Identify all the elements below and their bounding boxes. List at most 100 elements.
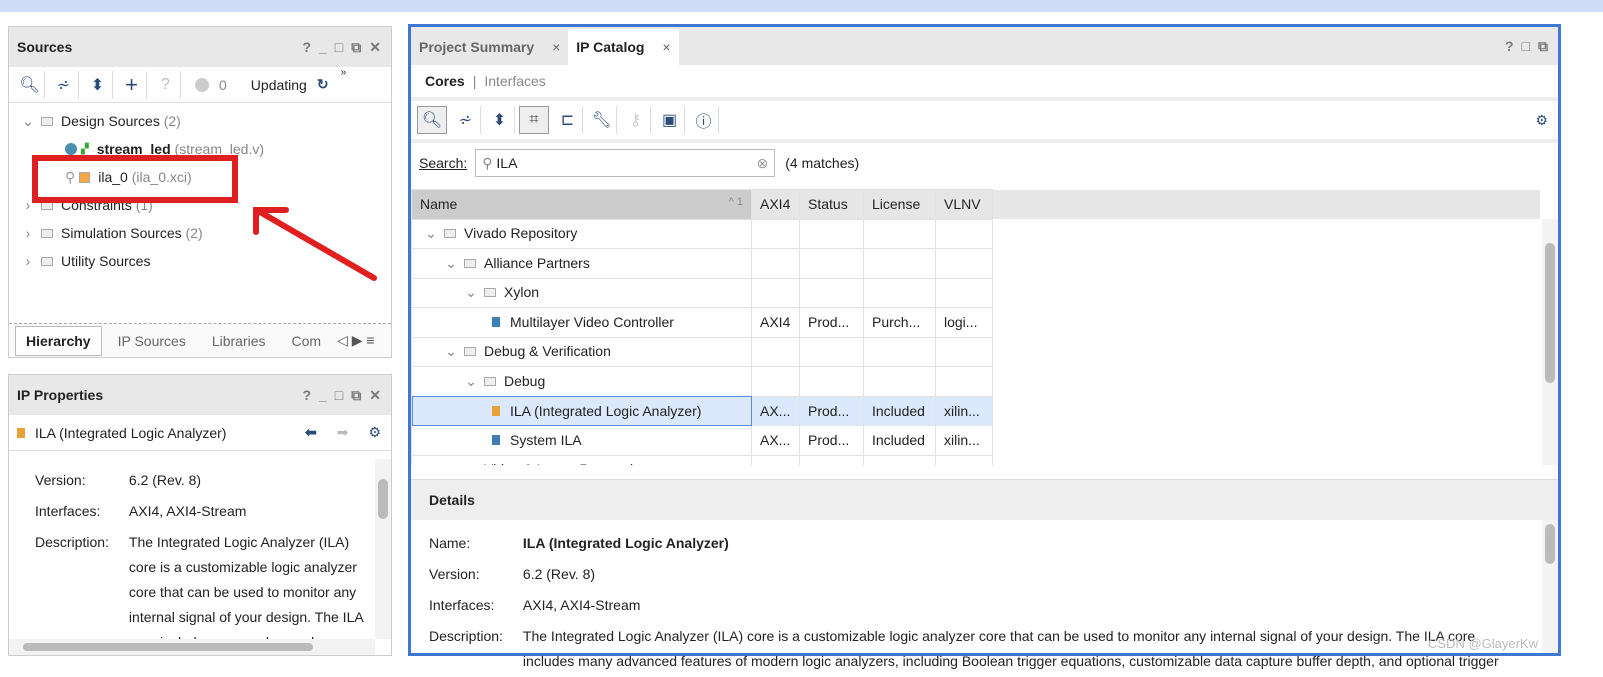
annotation-arrow [253, 207, 377, 281]
cell-license [863, 218, 936, 249]
cell-license: Included [863, 395, 936, 426]
table-row[interactable]: ILA (Integrated Logic Analyzer) AX... Prod… [411, 395, 1541, 426]
cell-license [863, 336, 936, 367]
cell-license [863, 277, 936, 308]
close-tab-icon: × [662, 39, 671, 55]
row-name: Multilayer Video Controller [510, 314, 674, 331]
cell-vlnv: xilin... [935, 395, 993, 426]
cell-vlnv [935, 218, 993, 249]
col-license[interactable]: License [863, 189, 936, 220]
folder-icon [484, 376, 496, 386]
table-row[interactable]: ⌄ Vivado Repository [411, 218, 1541, 249]
version-value: 6.2 (Rev. 8) [128, 472, 202, 488]
maximize-icon[interactable]: □ [335, 387, 343, 404]
search-input[interactable]: ⚲ ILA ⊗ [475, 149, 776, 177]
details-title: Details [411, 480, 1558, 520]
details-scrollbar[interactable] [1542, 520, 1558, 653]
table-row[interactable]: ⌄ Xylon [411, 277, 1541, 308]
tab-libraries[interactable]: Libraries [202, 327, 276, 355]
filter-icon[interactable]: ⌗ [519, 106, 549, 134]
back-icon[interactable]: ⬅ [305, 424, 317, 441]
vertical-scrollbar[interactable] [375, 459, 391, 639]
wrench-icon[interactable]: 🔧︎ [587, 106, 617, 134]
hierarchy-view-icon[interactable]: ⊏ [553, 106, 583, 134]
chevron-down-icon[interactable]: ⌄ [442, 343, 460, 360]
table-row[interactable]: System ILA AX... Prod... Included xilin... [411, 425, 1541, 456]
cell-status [799, 218, 864, 249]
cell-vlnv [935, 336, 993, 367]
info-icon[interactable]: ⓘ [689, 106, 719, 134]
maximize-icon[interactable]: □ [1522, 38, 1530, 55]
cell-status [799, 366, 864, 397]
match-count: (4 matches) [785, 155, 860, 171]
interfaces-label: Interfaces: [35, 503, 101, 519]
table-row[interactable]: Multilayer Video Controller AXI4 Prod... Pu… [411, 307, 1541, 338]
col-axi4[interactable]: AXI4 [751, 189, 800, 220]
version-label: Version: [35, 472, 86, 488]
chevron-down-icon[interactable]: ⌄ [462, 373, 480, 390]
cell-vlnv: logi... [935, 307, 993, 338]
chevron-down-icon[interactable]: ⌄ [442, 255, 460, 272]
folder-icon [464, 258, 476, 268]
ip-icon [492, 435, 500, 446]
forward-icon[interactable]: ➡ [337, 424, 349, 441]
ip-icon [492, 317, 500, 328]
help-icon[interactable]: ? [302, 387, 311, 404]
table-row[interactable]: ⌄ Debug & Verification [411, 336, 1541, 367]
subtab-cores[interactable]: Cores [425, 73, 465, 89]
tab-ip-sources[interactable]: IP Sources [108, 327, 196, 355]
horizontal-scrollbar[interactable] [9, 639, 375, 655]
table-scrollbar[interactable] [1542, 219, 1558, 465]
search-label: Search: [419, 155, 468, 171]
folder-icon [444, 229, 456, 239]
table-row[interactable]: ⌄ Alliance Partners [411, 248, 1541, 279]
close-icon[interactable]: ✕ [369, 387, 381, 404]
tab-scroll-icon[interactable]: ◁ ▶ ≡ [337, 332, 374, 349]
collapse-all-icon[interactable]: ⩫ [451, 106, 481, 134]
cell-axi4: AX... [751, 395, 800, 426]
tab-compile-order[interactable]: Com [282, 327, 332, 355]
minimize-icon[interactable]: _ [319, 387, 327, 404]
search-icon: ⚲ [482, 154, 493, 171]
row-name: System ILA [510, 432, 582, 449]
subtab-interfaces[interactable]: Interfaces [484, 73, 545, 89]
col-status[interactable]: Status [799, 189, 864, 220]
float-icon[interactable]: ⧉ [1538, 38, 1548, 55]
cell-license [863, 454, 936, 465]
tab-project-summary[interactable]: Project Summary × [411, 29, 568, 65]
expand-all-icon[interactable]: ⬍ [485, 106, 515, 134]
row-name: Video & Image Processing [484, 461, 649, 465]
annotation-overlay [32, 155, 377, 281]
row-name: ILA (Integrated Logic Analyzer) [510, 402, 702, 419]
chip-icon[interactable]: ▣ [655, 106, 685, 134]
col-vlnv[interactable]: VLNV [935, 189, 993, 220]
folder-icon [464, 347, 476, 357]
chevron-down-icon[interactable]: ⌄ [442, 461, 460, 465]
row-name: Alliance Partners [484, 254, 590, 271]
col-name[interactable]: Name ^ 1 [411, 189, 752, 220]
ip-properties-panel: IP Properties ? _ □ ⧉ ✕ ILA (Integrated Logi… [8, 374, 392, 656]
row-name: Vivado Repository [464, 225, 578, 242]
ip-name: ILA (Integrated Logic Analyzer) [35, 424, 227, 441]
search-icon[interactable]: 🔍︎ [417, 106, 447, 134]
table-row[interactable]: ⌄ Video & Image Processing [411, 454, 1541, 465]
tab-ip-catalog[interactable]: IP Catalog × [568, 29, 679, 65]
chevron-down-icon[interactable]: ⌄ [462, 284, 480, 301]
chevron-down-icon[interactable]: ⌄ [422, 225, 440, 242]
version-label: Version: [429, 566, 480, 582]
description-value: The Integrated Logic Analyzer (ILA) core… [522, 628, 1499, 669]
table-row[interactable]: ⌄ Debug [411, 366, 1541, 397]
cell-status [799, 248, 864, 279]
settings-icon[interactable]: ⚙ [1535, 112, 1548, 129]
cell-status [799, 336, 864, 367]
float-icon[interactable]: ⧉ [351, 387, 361, 404]
cell-axi4 [751, 277, 800, 308]
watermark: CSDN @GlayerKw [1428, 636, 1538, 651]
clear-search-icon[interactable]: ⊗ [757, 155, 769, 172]
cell-status: Prod... [799, 425, 864, 456]
cell-vlnv [935, 454, 993, 465]
settings-icon[interactable]: ⚙ [368, 424, 381, 441]
help-icon[interactable]: ? [1505, 38, 1514, 55]
tab-hierarchy[interactable]: Hierarchy [15, 325, 102, 356]
interfaces-label: Interfaces: [429, 597, 495, 613]
